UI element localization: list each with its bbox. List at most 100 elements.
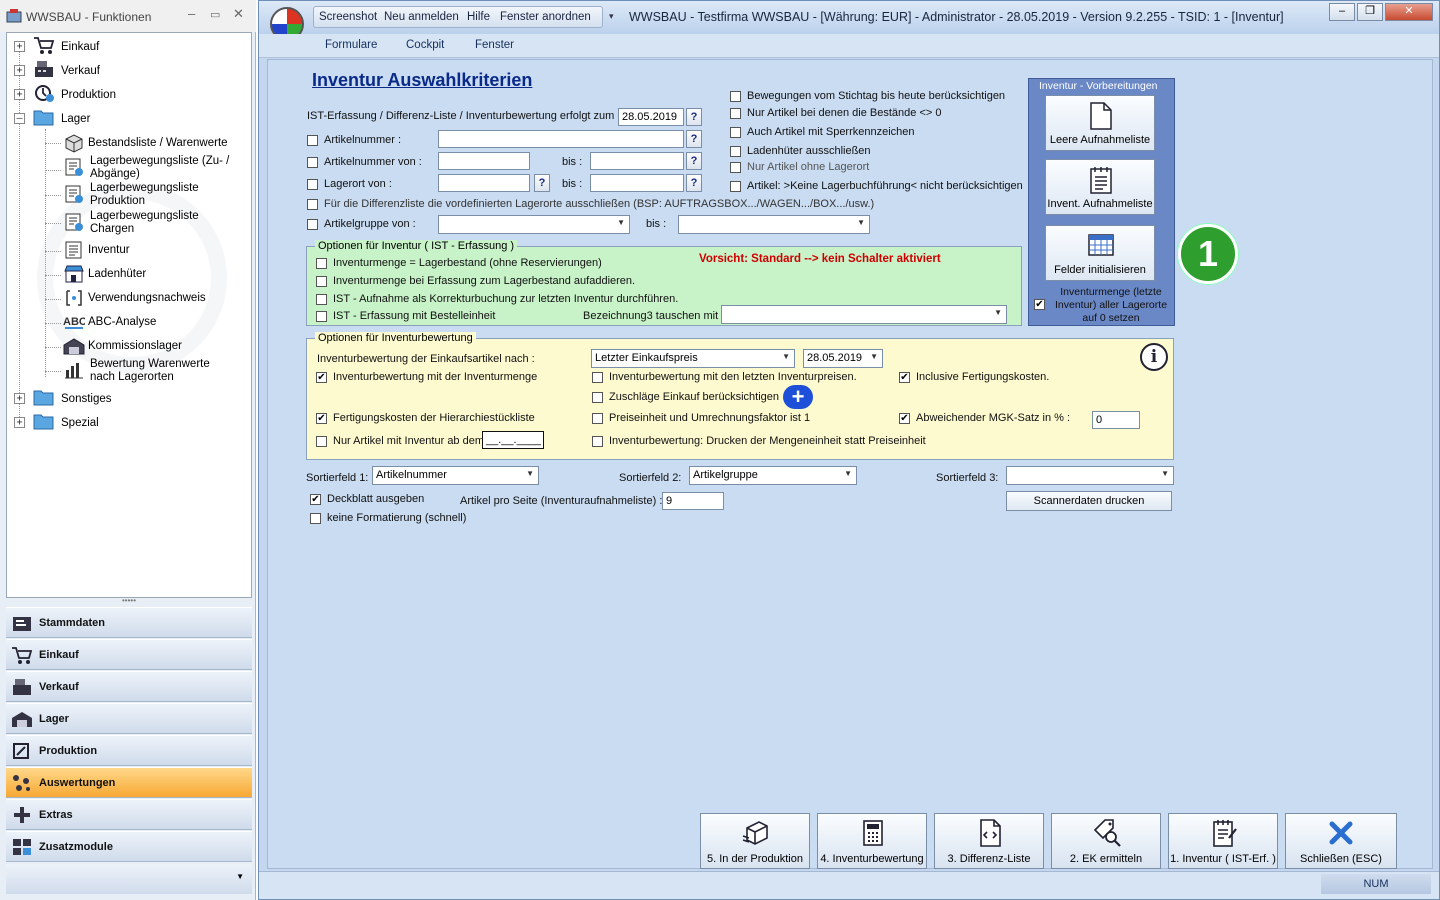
menu-cockpit[interactable]: Cockpit xyxy=(406,39,444,51)
reset-inventurmenge-checkbox[interactable]: ✔ xyxy=(1034,299,1045,310)
einkauf-bewertung-select[interactable]: Letzter Einkaufspreis ▼ xyxy=(591,349,795,368)
nurartikel-date-input[interactable]: __.__.____ xyxy=(482,431,544,449)
artikelnummer-checkbox[interactable] xyxy=(307,135,318,146)
tree-item-verwendungsnachweis[interactable]: Verwendungsnachweis xyxy=(88,292,206,305)
bew-opt-mgk-checkbox[interactable]: ✔ xyxy=(899,413,910,424)
artikelgruppe-bis-select[interactable]: ▼ xyxy=(678,215,870,234)
tree-item-lagerbewegungsliste-chargen[interactable]: Lagerbewegungsliste Chargen xyxy=(90,210,210,236)
tree-item-spezial[interactable]: Spezial xyxy=(61,417,99,430)
expand-icon[interactable]: + xyxy=(14,89,25,100)
tree-item-lagerbewegungsliste[interactable]: Lagerbewegungsliste (Zu- / Abgänge) xyxy=(90,155,230,181)
tree-item-lager[interactable]: Lager xyxy=(61,113,90,126)
artikelgruppe-checkbox[interactable] xyxy=(307,219,318,230)
lagerort-von-input[interactable] xyxy=(438,174,530,192)
sort1-select[interactable]: Artikelnummer ▼ xyxy=(372,466,539,485)
tree-item-bewertung-warenwerte[interactable]: Bewertung Warenwerte nach Lagerorten xyxy=(90,358,220,384)
close-icon[interactable]: ✕ xyxy=(1385,3,1433,21)
tree-item-einkauf[interactable]: Einkauf xyxy=(61,41,99,54)
bewegungen-checkbox[interactable] xyxy=(730,91,741,102)
artikelnummer-bis-help-button[interactable]: ? xyxy=(686,152,702,170)
tree-item-kommissionslager[interactable]: Kommissionslager xyxy=(88,340,182,353)
ist-opt-aufaddieren-checkbox[interactable] xyxy=(316,276,327,287)
collapse-icon[interactable]: – xyxy=(14,113,25,124)
info-icon[interactable]: i xyxy=(1140,343,1168,371)
lagerort-von-help-button[interactable]: ? xyxy=(534,174,550,192)
restore-icon[interactable]: ❐ xyxy=(1357,3,1383,21)
restore-icon[interactable]: ▭ xyxy=(210,8,220,21)
ist-opt-bestelleinheit-checkbox[interactable] xyxy=(316,311,327,322)
menu-formulare[interactable]: Formulare xyxy=(325,39,377,51)
bew-opt-zuschlaege-checkbox[interactable] xyxy=(592,392,603,403)
tree-item-sonstiges[interactable]: Sonstiges xyxy=(61,393,112,406)
artikelnummer-input[interactable] xyxy=(438,130,684,148)
function-tree[interactable]: + Einkauf + Verkauf + Produktion – Lager… xyxy=(6,32,252,598)
qa-hilfe[interactable]: Hilfe xyxy=(467,11,490,23)
expand-icon[interactable]: + xyxy=(14,417,25,428)
bew-opt-preiseinheit-checkbox[interactable] xyxy=(592,413,603,424)
invent-aufnahmeliste-button[interactable]: Invent. Aufnahmeliste xyxy=(1045,159,1155,215)
sperrkennzeichen-checkbox[interactable] xyxy=(730,127,741,138)
keine-lagerbuchfuehrung-checkbox[interactable] xyxy=(730,181,741,192)
artikel-pro-seite-input[interactable]: 9 xyxy=(662,492,724,510)
close-icon[interactable]: ✕ xyxy=(233,6,244,22)
artikelnummer-von-checkbox[interactable] xyxy=(307,157,318,168)
qa-dropdown-icon[interactable]: ▾ xyxy=(609,11,614,22)
expand-icon[interactable]: + xyxy=(14,41,25,52)
bestaende-checkbox[interactable] xyxy=(730,108,741,119)
artikelnummer-bis-input[interactable] xyxy=(590,152,684,170)
felder-initialisieren-button[interactable]: Felder initialisieren xyxy=(1045,225,1155,281)
menu-fenster[interactable]: Fenster xyxy=(475,39,514,51)
qa-fenster-anordnen[interactable]: Fenster anordnen xyxy=(500,11,591,23)
bewertung-date-select[interactable]: 28.05.2019 ▼ xyxy=(803,349,883,368)
in-der-produktion-button[interactable]: 5. In der Produktion xyxy=(700,813,810,869)
minimize-icon[interactable]: – xyxy=(188,6,195,21)
artikelnummer-von-input[interactable] xyxy=(438,152,530,170)
lagerort-bis-input[interactable] xyxy=(590,174,684,192)
bez3-select[interactable]: ▼ xyxy=(721,305,1007,324)
ist-date-help-button[interactable]: ? xyxy=(686,108,702,126)
lagerort-bis-help-button[interactable]: ? xyxy=(686,174,702,192)
artikelnummer-help-button[interactable]: ? xyxy=(686,130,702,148)
bew-opt-hierarchie-checkbox[interactable]: ✔ xyxy=(316,413,327,424)
bew-opt-nurartikel-checkbox[interactable] xyxy=(316,436,327,447)
leere-aufnahmeliste-button[interactable]: Leere Aufnahmeliste xyxy=(1045,95,1155,151)
nav-auswertungen[interactable]: Auswertungen xyxy=(6,767,252,798)
keine-formatierung-checkbox[interactable] xyxy=(310,513,321,524)
tree-item-bestandsliste[interactable]: Bestandsliste / Warenwerte xyxy=(88,137,228,150)
chevron-down-icon[interactable]: ▼ xyxy=(236,872,244,881)
nav-einkauf[interactable]: Einkauf xyxy=(6,639,252,670)
deckblatt-checkbox[interactable]: ✔ xyxy=(310,494,321,505)
nav-verkauf[interactable]: Verkauf xyxy=(6,671,252,702)
differenz-liste-button[interactable]: 3. Differenz-Liste xyxy=(934,813,1044,869)
nav-zusatzmodule[interactable]: Zusatzmodule xyxy=(6,831,252,862)
bew-opt-drucken-checkbox[interactable] xyxy=(592,436,603,447)
expand-icon[interactable]: + xyxy=(14,393,25,404)
bew-opt-fertigung-checkbox[interactable]: ✔ xyxy=(899,372,910,383)
lagerort-von-checkbox[interactable] xyxy=(307,179,318,190)
sort3-select[interactable]: ▼ xyxy=(1006,466,1174,485)
tree-item-inventur[interactable]: Inventur xyxy=(88,244,130,257)
nav-produktion[interactable]: Produktion xyxy=(6,735,252,766)
minimize-icon[interactable]: – xyxy=(1329,3,1355,21)
sort2-select[interactable]: Artikelgruppe ▼ xyxy=(689,466,857,485)
inventur-ist-erfassung-button[interactable]: 1. Inventur ( IST-Erf. ) xyxy=(1168,813,1278,869)
ladenhueter-checkbox[interactable] xyxy=(730,146,741,157)
bew-opt-menge-checkbox[interactable]: ✔ xyxy=(316,372,327,383)
expand-icon[interactable]: + xyxy=(14,65,25,76)
bew-opt-letzten-checkbox[interactable] xyxy=(592,372,603,383)
schliessen-button[interactable]: Schließen (ESC) xyxy=(1285,813,1397,869)
artikelgruppe-von-select[interactable]: ▼ xyxy=(438,215,630,234)
nav-stammdaten[interactable]: Stammdaten xyxy=(6,607,252,638)
nav-extras[interactable]: Extras xyxy=(6,799,252,830)
ist-opt-korrektur-checkbox[interactable] xyxy=(316,294,327,305)
add-zuschlag-plus-icon[interactable]: + xyxy=(783,385,813,409)
ist-date-field[interactable]: 28.05.2019 xyxy=(618,108,684,126)
tree-item-produktion[interactable]: Produktion xyxy=(61,89,116,102)
ist-opt-lagerbestand-checkbox[interactable] xyxy=(316,258,327,269)
tree-item-abc-analyse[interactable]: ABC-Analyse xyxy=(88,316,156,329)
splitter-grip[interactable]: ••••• xyxy=(6,597,252,606)
tree-item-lagerbewegungsliste-produktion[interactable]: Lagerbewegungsliste Produktion xyxy=(90,182,210,208)
inventurbewertung-button[interactable]: 4. Inventurbewertung xyxy=(817,813,927,869)
tree-item-ladenhueter[interactable]: Ladenhüter xyxy=(88,268,146,281)
differenz-exclude-checkbox[interactable] xyxy=(307,199,318,210)
